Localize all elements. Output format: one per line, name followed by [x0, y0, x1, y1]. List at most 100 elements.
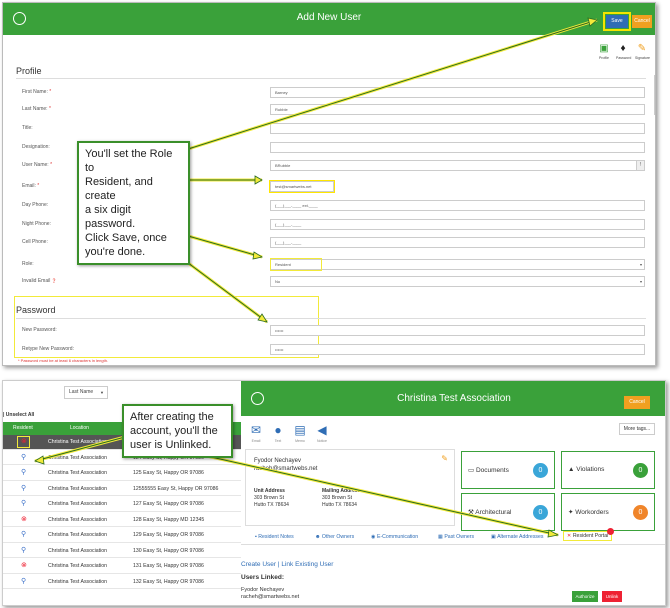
profile-heading: Profile	[16, 66, 42, 76]
tab-other-owners[interactable]: ☻ Other Owners	[315, 534, 354, 540]
pencil-icon: ✎	[637, 43, 647, 54]
field-input[interactable]: (___)___-____	[270, 219, 645, 230]
authorize-button[interactable]: Authorize	[572, 591, 598, 602]
field-input[interactable]	[270, 142, 645, 153]
table-row[interactable]: ⚲ Christina Test Association 132 Easy St, …	[3, 575, 241, 589]
sort-select-value: Last Name	[69, 389, 94, 395]
tile-label: Violations	[576, 466, 605, 473]
table-row[interactable]: ⚲ Christina Test Association 125 Easy St, …	[3, 466, 241, 481]
required-marker: *	[48, 162, 53, 168]
create-user-link[interactable]: Create User | Link Existing User	[241, 561, 333, 568]
retype-password-input[interactable]: ••••••	[270, 344, 645, 355]
unlinked-icon: ⊗	[21, 515, 27, 523]
linked-user-email: racheh@smartwebs.net	[241, 594, 300, 600]
table-row[interactable]: ⚲ Christina Test Association 130 Easy St, …	[3, 544, 241, 558]
field-value: Barney	[275, 90, 288, 95]
violations-tile[interactable]: ▲ Violations 0	[561, 451, 655, 489]
row-association: Christina Test Association	[48, 547, 108, 554]
save-button[interactable]: Save	[603, 12, 631, 31]
column-resident[interactable]: Resident	[13, 425, 33, 431]
field-label: Email: *	[22, 183, 39, 189]
table-row[interactable]: ⚲ Christina Test Association 127 Easy St, …	[3, 497, 241, 512]
field-value: test@smartwebs.net	[275, 184, 312, 189]
tab-past-owners[interactable]: ▦ Past Owners	[438, 534, 474, 540]
field-input[interactable]: Barney	[270, 87, 645, 98]
field-label: Invalid Email ❓	[22, 278, 56, 284]
field-label-text: Cell Phone:	[22, 239, 48, 245]
memo-action[interactable]: ▤ Memo	[293, 421, 307, 443]
linked-icon: ⚲	[21, 453, 27, 461]
linked-icon: ⚲	[21, 500, 27, 507]
field-input[interactable]: Rubble	[270, 104, 645, 115]
row-association: Christina Test Association	[48, 501, 108, 507]
field-input[interactable]: test@smartwebs.net	[269, 180, 335, 193]
owner-email[interactable]: racheh@smartwebs.net	[254, 466, 317, 472]
password-tab[interactable]: ♦ Password	[616, 38, 632, 60]
new-password-input[interactable]: ••••••	[270, 325, 645, 336]
unselect-all-link[interactable]: | Unselect All	[3, 412, 34, 418]
row-association: Christina Test Association	[48, 485, 108, 492]
field-input[interactable]	[270, 123, 645, 134]
notice-action[interactable]: ◀ Notice	[315, 421, 329, 443]
scrollbar[interactable]	[654, 75, 655, 115]
tab-resident-portal[interactable]: ✕ Resident Portal	[563, 528, 615, 541]
cancel-button[interactable]: Cancel	[632, 15, 652, 28]
table-row[interactable]: ⚲ Christina Test Association 129 Easy St, …	[3, 528, 241, 543]
linked-icon: ⚲	[21, 469, 27, 476]
document-icon: ▭	[468, 467, 476, 474]
column-location[interactable]: Location	[70, 425, 89, 431]
password-tab-label: Password	[616, 56, 632, 60]
workorders-count: 0	[633, 505, 648, 520]
cancel-button[interactable]: Cancel	[624, 396, 650, 409]
more-tags-button[interactable]: More tags...	[619, 423, 655, 435]
tile-label: Workorders	[575, 509, 609, 516]
tab-label: Resident Notes	[258, 534, 294, 540]
invalid-email-select[interactable]: No ▾	[270, 276, 645, 287]
warning-icon: ▲	[568, 466, 577, 473]
field-input[interactable]: (___)___-____	[270, 237, 645, 248]
tab-resident-notes[interactable]: ▪ Resident Notes	[255, 534, 294, 540]
violations-count: 0	[633, 463, 648, 478]
action-icons: ✉ Email ● Text ▤ Memo ◀ Notice	[249, 421, 369, 443]
field-value: (___)___-____	[275, 222, 302, 227]
table-row[interactable]: ⚲ Christina Test Association 12555555 Easy…	[3, 482, 241, 496]
lock-icon: ♦	[620, 43, 626, 54]
documents-tile[interactable]: ▭ Documents 0	[461, 451, 555, 489]
role-select[interactable]: Resident ▾	[270, 259, 645, 270]
profile-tab[interactable]: ▣ Profile	[597, 38, 611, 60]
table-row[interactable]: ⊗ Christina Test Association 128 Easy St, …	[3, 513, 241, 527]
architectural-tile[interactable]: ⚒ Architectural 0	[461, 493, 555, 531]
unlink-button[interactable]: Unlink	[602, 591, 622, 602]
help-icon[interactable]: ❓	[50, 278, 56, 283]
unit-address-line: 303 Brown St	[254, 495, 285, 501]
username-check-button[interactable]: !	[636, 161, 644, 170]
tile-label: Architectural	[475, 509, 512, 516]
megaphone-icon: ◀	[317, 423, 327, 437]
field-input[interactable]: (___)___-____ ext.____	[270, 200, 645, 211]
sort-select[interactable]: Last Name ▼	[64, 386, 108, 399]
association-detail-pane: Christina Test Association Cancel ✉ Email…	[241, 381, 665, 605]
field-label: Role:	[22, 261, 34, 267]
row-association: Christina Test Association	[48, 532, 108, 538]
signature-tab[interactable]: ✎ Signature	[635, 38, 650, 60]
field-input[interactable]: BRubble!	[270, 160, 645, 171]
pencil-icon[interactable]: ✎	[441, 454, 448, 463]
text-action[interactable]: ● Text	[271, 421, 285, 443]
workorders-tile[interactable]: ✦ Workorders 0	[561, 493, 655, 531]
association-screen: Last Name ▼ | Unselect All Resident Loca…	[2, 380, 666, 606]
tab-alternate-addresses[interactable]: ▣ Alternate Addresses	[491, 534, 544, 540]
unlinked-icon: ⊗	[21, 562, 27, 569]
tab-label: Alternate Addresses	[497, 534, 544, 540]
row-highlight	[17, 436, 30, 448]
notice-action-label: Notice	[317, 439, 327, 443]
field-label-text: Night Phone:	[22, 221, 51, 227]
email-action[interactable]: ✉ Email	[249, 421, 263, 443]
field-label-text: Last Name:	[22, 106, 48, 112]
linked-icon: ⚲	[21, 531, 27, 538]
mailing-address: Mailing Address 303 Brown St Hutto TX 78…	[322, 488, 360, 509]
tab-e-communication[interactable]: ◉ E-Communication	[371, 534, 418, 540]
required-marker: *	[47, 89, 52, 95]
callout-unlinked: After creating the account, you'll the u…	[122, 404, 233, 458]
users-linked-heading: Users Linked:	[241, 574, 284, 581]
table-row[interactable]: ⊗ Christina Test Association 131 Easy St, …	[3, 559, 241, 574]
